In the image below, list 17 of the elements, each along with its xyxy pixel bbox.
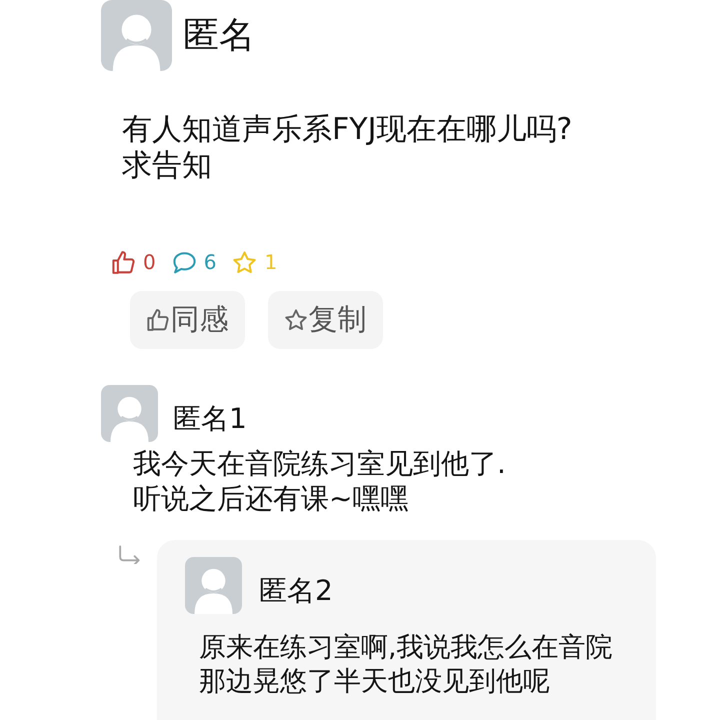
star-icon xyxy=(284,309,306,331)
author-name: 匿名 xyxy=(183,14,255,58)
reply-arrow-icon xyxy=(119,545,141,564)
avatar-icon xyxy=(185,557,242,614)
comment-count: 6 xyxy=(204,250,216,274)
like-count: 0 xyxy=(143,250,156,274)
post-text: 有人知道声乐系FYJ现在在哪儿吗? 求告知 xyxy=(122,112,574,184)
author-name: 匿名1 xyxy=(173,400,247,436)
comment-text: 我今天在音院练习室见到他了. 听说之后还有课~嘿嘿 xyxy=(133,446,507,516)
thumbs-up-icon xyxy=(146,309,168,331)
author-name: 匿名2 xyxy=(259,572,333,608)
reply-text: 原来在练习室啊,我说我怎么在音院那边晃悠了半天也没见到他呢 xyxy=(199,631,614,699)
star-count: 1 xyxy=(264,250,278,274)
agree-button[interactable]: 同感 xyxy=(130,291,245,349)
copy-button[interactable]: 复制 xyxy=(268,291,383,349)
avatar-icon xyxy=(100,0,173,71)
avatar-icon xyxy=(101,385,158,442)
